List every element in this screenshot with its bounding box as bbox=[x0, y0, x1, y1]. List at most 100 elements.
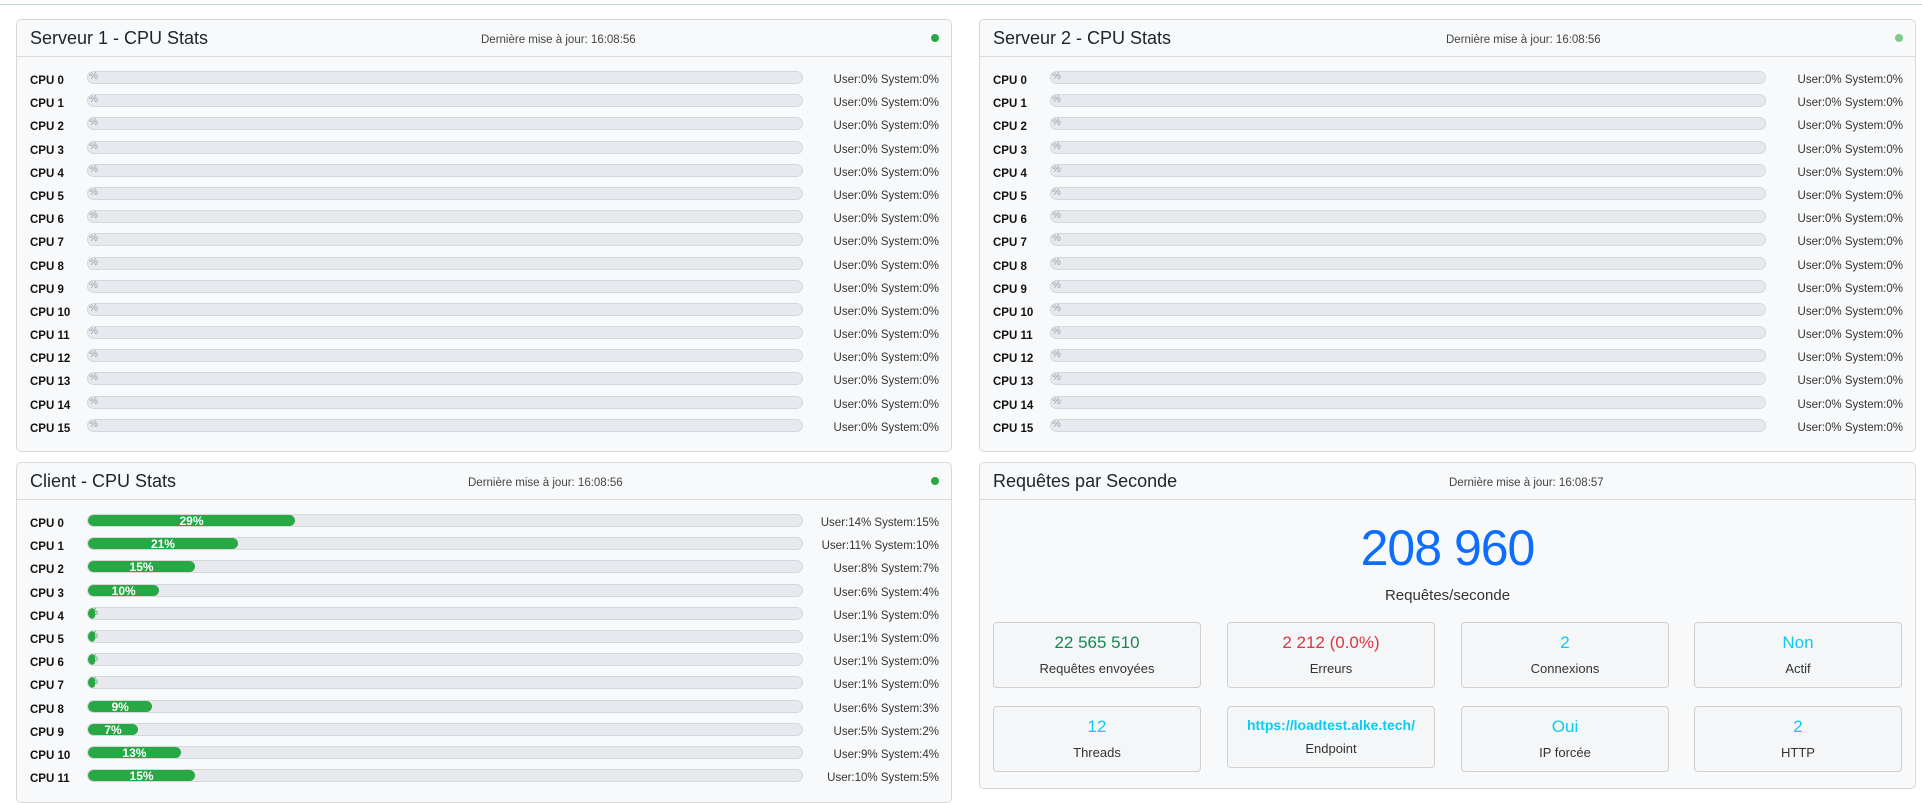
cpu-usage-bar: 15% bbox=[87, 769, 803, 783]
cpu-usage-bar: % bbox=[87, 629, 803, 643]
cpu-usage-bar: % bbox=[1050, 210, 1766, 224]
cpu-detail: User:10% System:5% bbox=[827, 772, 939, 785]
cpu-row: CPU 4% User:0% System:0% bbox=[993, 162, 1903, 185]
stat-requests-sent: 22 565 510 Requêtes envoyées bbox=[993, 622, 1201, 688]
cpu-detail: User:0% System:0% bbox=[1797, 189, 1903, 202]
server2-panel: Serveur 2 - CPU Stats Dernière mise à jo… bbox=[979, 19, 1916, 452]
percent-icon: % bbox=[89, 233, 98, 245]
percent-icon: % bbox=[89, 418, 98, 430]
cpu-usage-bar: % bbox=[1050, 349, 1766, 363]
cpu-label: CPU 6 bbox=[30, 657, 64, 670]
cpu-usage-bar: % bbox=[87, 71, 803, 84]
cpu-usage-bar: 7% bbox=[87, 722, 803, 736]
cpu-detail: User:0% System:0% bbox=[1797, 120, 1903, 133]
cpu-usage-bar: % bbox=[87, 676, 803, 690]
stat-value: 2 bbox=[1560, 633, 1570, 652]
cpu-usage-bar: % bbox=[1050, 256, 1766, 270]
cpu-label: CPU 4 bbox=[30, 610, 64, 623]
cpu-detail: User:14% System:15% bbox=[820, 517, 939, 529]
percent-icon: % bbox=[1052, 302, 1061, 314]
percent-icon: % bbox=[1052, 140, 1061, 152]
cpu-detail: User:0% System:0% bbox=[833, 282, 939, 295]
percent-icon: % bbox=[89, 302, 98, 314]
percent-icon: % bbox=[89, 629, 98, 641]
percent-icon: % bbox=[89, 94, 98, 106]
cpu-row: CPU 2% User:0% System:0% bbox=[30, 115, 939, 138]
cpu-row: CPU 12% User:0% System:0% bbox=[993, 347, 1903, 370]
cpu-row: CPU 7% User:0% System:0% bbox=[30, 231, 939, 254]
cpu-label: CPU 3 bbox=[30, 144, 64, 157]
cpu-label: CPU 11 bbox=[30, 330, 70, 343]
cpu-label: CPU 3 bbox=[30, 587, 64, 600]
panel-title: Client - CPU Stats bbox=[30, 471, 177, 491]
panel-title: Serveur 1 - CPU Stats bbox=[30, 28, 209, 48]
cpu-row: CPU 4% User:0% System:0% bbox=[30, 162, 939, 185]
stat-label: Threads bbox=[1073, 745, 1121, 760]
cpu-usage-bar: % bbox=[87, 256, 803, 270]
percent-icon: % bbox=[89, 606, 98, 618]
last-update: Dernière mise à jour: 16:08:56 bbox=[1446, 34, 1601, 46]
cpu-usage-fill: 7% bbox=[88, 723, 138, 735]
percent-icon: % bbox=[1052, 326, 1061, 338]
cpu-usage-bar: % bbox=[87, 233, 803, 247]
endpoint-link[interactable]: https://loadtest.alke.tech/ bbox=[1228, 717, 1434, 733]
cpu-row: CPU 10% User:0% System:0% bbox=[30, 301, 939, 324]
cpu-usage-fill: 29% bbox=[88, 515, 296, 526]
cpu-detail: User:0% System:0% bbox=[1797, 329, 1903, 342]
cpu-detail: User:0% System:0% bbox=[1797, 259, 1903, 272]
percent-icon: % bbox=[89, 326, 98, 338]
cpu-label: CPU 9 bbox=[30, 283, 64, 296]
cpu-row: CPU 5% User:0% System:0% bbox=[30, 185, 939, 208]
cpu-label: CPU 10 bbox=[30, 749, 71, 762]
cpu-row: CPU 11% User:0% System:0% bbox=[30, 324, 939, 347]
stat-value: 2 212 (0.0%) bbox=[1282, 633, 1380, 652]
stat-value: 12 bbox=[1087, 717, 1107, 736]
cpu-label: CPU 0 bbox=[30, 75, 64, 87]
cpu-usage-fill: 15% bbox=[88, 561, 196, 573]
cpu-detail: User:9% System:4% bbox=[833, 748, 939, 761]
stat-errors: 2 212 (0.0%) Erreurs bbox=[1227, 622, 1435, 688]
cpu-row: CPU 14% User:0% System:0% bbox=[993, 394, 1903, 417]
cpu-detail: User:6% System:4% bbox=[833, 586, 939, 599]
percent-icon: % bbox=[89, 372, 98, 384]
client-panel: Client - CPU Stats Dernière mise à jour:… bbox=[16, 462, 952, 803]
cpu-usage-bar: 29% bbox=[87, 514, 803, 527]
cpu-label: CPU 2 bbox=[30, 564, 64, 577]
cpu-usage-bar: % bbox=[1050, 186, 1766, 200]
cpu-label: CPU 6 bbox=[993, 214, 1027, 227]
cpu-detail: User:0% System:0% bbox=[833, 120, 939, 133]
cpu-usage-bar: 10% bbox=[87, 583, 803, 597]
cpu-row: CPU 8 9% User:6% System:3% bbox=[30, 698, 939, 721]
cpu-usage-bar: 13% bbox=[87, 745, 803, 759]
cpu-label: CPU 8 bbox=[30, 260, 64, 273]
cpu-usage-bar: % bbox=[1050, 117, 1766, 131]
cpu-usage-bar: 21% bbox=[87, 537, 803, 551]
stat-value: Non bbox=[1782, 633, 1814, 652]
cpu-detail: User:0% System:0% bbox=[833, 259, 939, 272]
stat-value: 2 bbox=[1793, 717, 1803, 736]
percent-icon: % bbox=[89, 279, 98, 291]
stat-endpoint: https://loadtest.alke.tech/ Endpoint bbox=[1227, 706, 1435, 768]
cpu-row: CPU 5% User:1% System:0% bbox=[30, 628, 939, 651]
cpu-row: CPU 0% User:0% System:0% bbox=[30, 69, 939, 92]
stat-label: HTTP bbox=[1781, 745, 1815, 760]
cpu-detail: User:0% System:0% bbox=[1797, 375, 1903, 388]
cpu-row: CPU 6% User:0% System:0% bbox=[993, 208, 1903, 231]
cpu-detail: User:0% System:0% bbox=[833, 398, 939, 411]
cpu-label: CPU 10 bbox=[30, 306, 71, 319]
cpu-label: CPU 15 bbox=[30, 422, 71, 435]
percent-icon: % bbox=[1052, 395, 1061, 407]
cpu-row: CPU 7% User:1% System:0% bbox=[30, 674, 939, 697]
cpu-usage-bar: % bbox=[87, 163, 803, 177]
cpu-list: CPU 0 29% User:14% System:15% CPU 1 21% User:… bbox=[30, 512, 939, 790]
panel-header: Serveur 1 - CPU Stats Dernière mise à jo… bbox=[17, 20, 951, 57]
cpu-label: CPU 14 bbox=[30, 399, 71, 412]
cpu-row: CPU 9% User:0% System:0% bbox=[993, 278, 1903, 301]
cpu-label: CPU 12 bbox=[30, 353, 71, 366]
percent-icon: % bbox=[89, 676, 98, 688]
stat-label: Connexions bbox=[1530, 661, 1600, 676]
cpu-row: CPU 6% User:0% System:0% bbox=[30, 208, 939, 231]
cpu-row: CPU 0% User:0% System:0% bbox=[993, 69, 1903, 92]
stat-value: 22 565 510 bbox=[1054, 633, 1140, 652]
panel-title: Requêtes par Seconde bbox=[993, 471, 1178, 491]
